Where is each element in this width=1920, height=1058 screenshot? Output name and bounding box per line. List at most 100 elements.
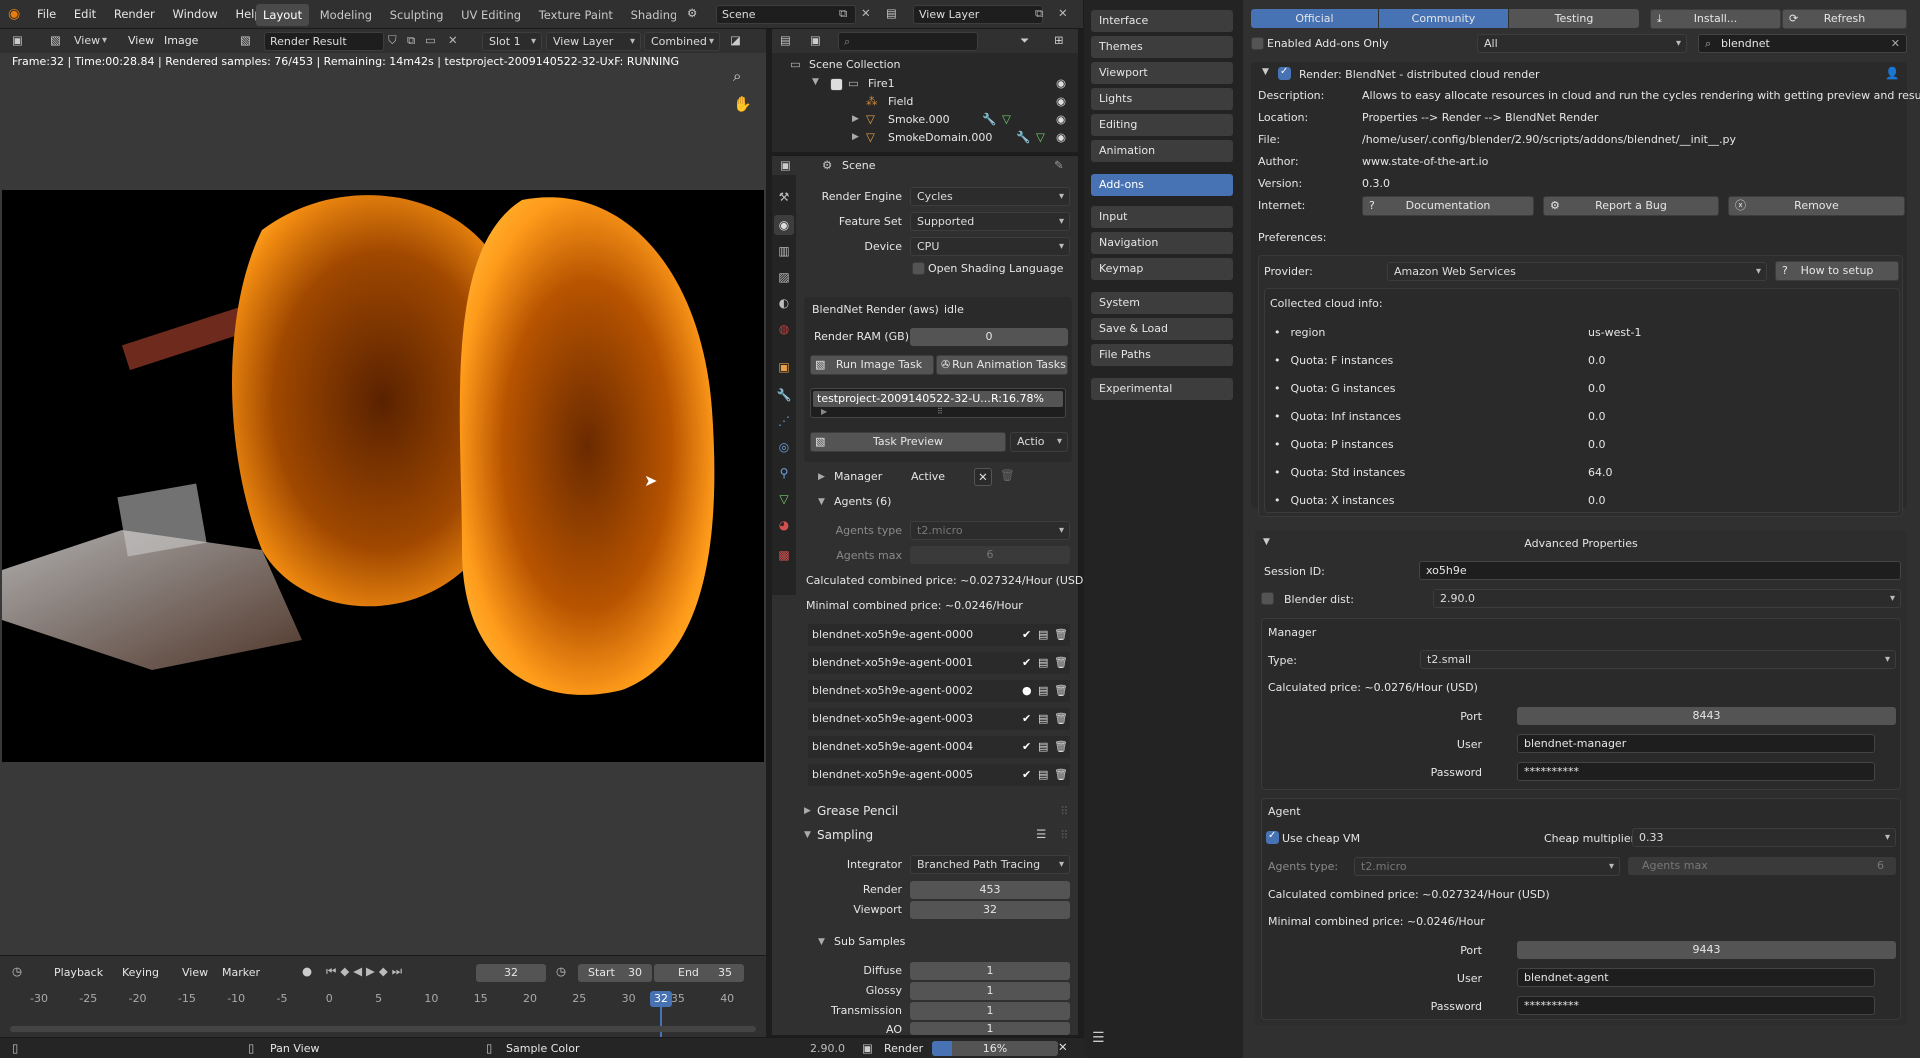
timeline-editor-icon[interactable]: ◷ — [12, 964, 22, 978]
view-layer-selector[interactable]: View Layer — [913, 5, 1043, 24]
agent-row[interactable]: blendnet-xo5h9e-agent-0000 ✔ ▤ 🗑 — [808, 624, 1070, 646]
cancel-render-icon[interactable]: ✕ — [1058, 1040, 1068, 1054]
stop-manager-icon[interactable]: ✕ — [974, 468, 992, 486]
menu-playback[interactable]: Playback — [54, 966, 103, 979]
scene-remove-icon[interactable]: ✕ — [861, 6, 871, 20]
outliner-row[interactable]: ▶ ▽ SmokeDomain.000 🔧 ▽ ◉ — [772, 129, 1078, 147]
menu-render[interactable]: Render — [107, 0, 162, 29]
nav-item-save-load[interactable]: Save & Load — [1091, 318, 1233, 340]
editor-type-icon[interactable]: ▣ — [12, 33, 23, 47]
image-name-field[interactable]: Render Result — [264, 32, 384, 51]
agent-delete-icon[interactable]: 🗑 — [1054, 708, 1068, 730]
agent-delete-icon[interactable]: 🗑 — [1054, 764, 1068, 786]
expand-icon[interactable]: ▶ — [852, 114, 859, 124]
sub-samples-panel[interactable]: Sub Samples — [834, 935, 905, 948]
view-layer-remove-icon[interactable]: ✕ — [1058, 6, 1068, 20]
agent-row[interactable]: blendnet-xo5h9e-agent-0005 ✔ ▤ 🗑 — [808, 764, 1070, 786]
agent-row[interactable]: blendnet-xo5h9e-agent-0004 ✔ ▤ 🗑 — [808, 736, 1070, 758]
render-tab-icon[interactable]: ◉ — [774, 215, 794, 235]
playhead-marker[interactable]: 32 — [650, 991, 672, 1007]
expand-icon[interactable]: ▶ — [852, 132, 859, 142]
tab-shading[interactable]: Shading — [624, 4, 676, 26]
nav-item-input[interactable]: Input — [1091, 206, 1233, 228]
physics-tab-icon[interactable]: ◎ — [774, 437, 794, 457]
scene-tab-icon[interactable]: ◐ — [774, 293, 794, 313]
outliner-item-fire1[interactable]: Fire1 — [868, 77, 895, 90]
pin-icon[interactable]: ✎ — [1054, 158, 1064, 172]
resize-grip-icon[interactable]: ⠿ — [937, 407, 943, 416]
outliner-row[interactable]: ▼ ▭ Fire1 ◉ — [772, 75, 1078, 93]
menu-image[interactable]: Image — [164, 34, 198, 47]
refresh-button[interactable]: ⟳ Refresh — [1782, 9, 1907, 29]
documentation-button[interactable]: ? Documentation — [1362, 196, 1534, 216]
playback-controls-icon[interactable]: ⏮◆◀▶◆⏭ — [326, 964, 406, 979]
agent-row[interactable]: blendnet-xo5h9e-agent-0001 ✔ ▤ 🗑 — [808, 652, 1070, 674]
start-frame-field[interactable]: Start 30 — [578, 964, 652, 982]
tab-official[interactable]: Official — [1251, 9, 1378, 28]
sampling-panel[interactable]: Sampling — [817, 828, 873, 842]
properties-editor-icon[interactable]: ▣ — [780, 158, 791, 172]
agent-log-icon[interactable]: ▤ — [1038, 736, 1048, 758]
manager-user-input[interactable]: blendnet-manager — [1517, 734, 1875, 753]
collapse-icon[interactable]: ▼ — [818, 937, 825, 947]
collapse-icon[interactable]: ▼ — [1262, 67, 1269, 77]
nav-item-add-ons[interactable]: Add-ons — [1091, 174, 1233, 196]
osl-checkbox[interactable] — [912, 262, 925, 275]
glossy-field[interactable]: 1 — [910, 982, 1070, 1000]
data-tab-icon[interactable]: ▽ — [774, 489, 794, 509]
tab-texture-paint[interactable]: Texture Paint — [532, 4, 620, 26]
expand-icon[interactable]: ▶ — [821, 407, 827, 416]
view-layer-tab-icon[interactable]: ▨ — [774, 267, 794, 287]
agent-delete-icon[interactable]: 🗑 — [1054, 680, 1068, 702]
menu-edit[interactable]: Edit — [67, 0, 103, 29]
agent-log-icon[interactable]: ▤ — [1038, 680, 1048, 702]
task-row[interactable]: testproject-2009140522-32-U... R:16.78% — [813, 391, 1063, 407]
output-tab-icon[interactable]: ▥ — [774, 241, 794, 261]
render-engine-dropdown[interactable]: Cycles — [910, 187, 1070, 206]
particles-tab-icon[interactable]: ⋰ — [774, 411, 794, 431]
current-frame-field[interactable]: 32 — [476, 964, 546, 982]
manager-type-dropdown[interactable]: t2.small — [1420, 650, 1896, 669]
outliner-row[interactable]: ⁂ Field ◉ — [772, 93, 1078, 111]
world-tab-icon[interactable]: ◍ — [774, 319, 794, 339]
addon-enabled-checkbox[interactable] — [1278, 66, 1291, 80]
nav-item-experimental[interactable]: Experimental — [1091, 378, 1233, 400]
grease-pencil-panel[interactable]: Grease Pencil — [817, 804, 898, 818]
cheap-multiplier-dropdown[interactable]: 0.33 — [1632, 828, 1896, 847]
new-image-icon[interactable]: ⧉ — [407, 33, 415, 48]
expand-icon[interactable]: ▼ — [812, 77, 819, 87]
view-layer-copy-icon[interactable]: ⧉ — [1035, 6, 1043, 21]
outliner-search[interactable]: ⌕ — [838, 32, 978, 51]
outliner-item-smoke[interactable]: Smoke.000 — [888, 113, 950, 126]
collapse-icon[interactable]: ▼ — [804, 830, 811, 840]
visibility-eye-icon[interactable]: ◉ — [1056, 76, 1066, 90]
pan-hand-icon[interactable]: ✋ — [733, 95, 752, 113]
agent-delete-icon[interactable]: 🗑 — [1054, 624, 1068, 646]
outliner-row[interactable]: ▶ ▽ Smoke.000 🔧 ▽ ◉ — [772, 111, 1078, 129]
tab-modeling[interactable]: Modeling — [313, 4, 379, 26]
presets-list-icon[interactable]: ☰ — [1036, 827, 1046, 841]
visibility-eye-icon[interactable]: ◉ — [1056, 94, 1066, 108]
run-animation-tasks-button[interactable]: ✇ Run Animation Tasks — [936, 355, 1068, 375]
tab-testing[interactable]: Testing — [1509, 9, 1639, 28]
end-frame-field[interactable]: End 35 — [654, 964, 744, 982]
outliner-item-field[interactable]: Field — [888, 95, 913, 108]
feature-set-dropdown[interactable]: Supported — [910, 212, 1070, 231]
slot-dropdown[interactable]: Slot 1 — [482, 32, 542, 51]
actions-dropdown[interactable]: Actio — [1010, 432, 1068, 452]
nav-item-lights[interactable]: Lights — [1091, 88, 1233, 110]
visibility-eye-icon[interactable]: ◉ — [1056, 112, 1066, 126]
fire1-checkbox[interactable] — [830, 78, 843, 91]
agent-log-icon[interactable]: ▤ — [1038, 764, 1048, 786]
new-collection-icon[interactable]: ⊞ — [1054, 33, 1064, 47]
blender-logo-icon[interactable]: ◉ — [8, 6, 20, 22]
how-to-setup-button[interactable]: ? How to setup — [1775, 261, 1899, 281]
record-icon[interactable]: ● — [302, 964, 312, 978]
image-viewport[interactable]: Frame:32 | Time:00:28.84 | Rendered samp… — [0, 53, 766, 955]
transmission-field[interactable]: 1 — [910, 1002, 1070, 1020]
drag-handle-icon[interactable]: ⠿ — [1060, 804, 1068, 818]
scene-collection-label[interactable]: Scene Collection — [809, 58, 900, 71]
device-dropdown[interactable]: CPU — [910, 237, 1070, 256]
tab-community[interactable]: Community — [1379, 9, 1508, 28]
diffuse-field[interactable]: 1 — [910, 962, 1070, 980]
